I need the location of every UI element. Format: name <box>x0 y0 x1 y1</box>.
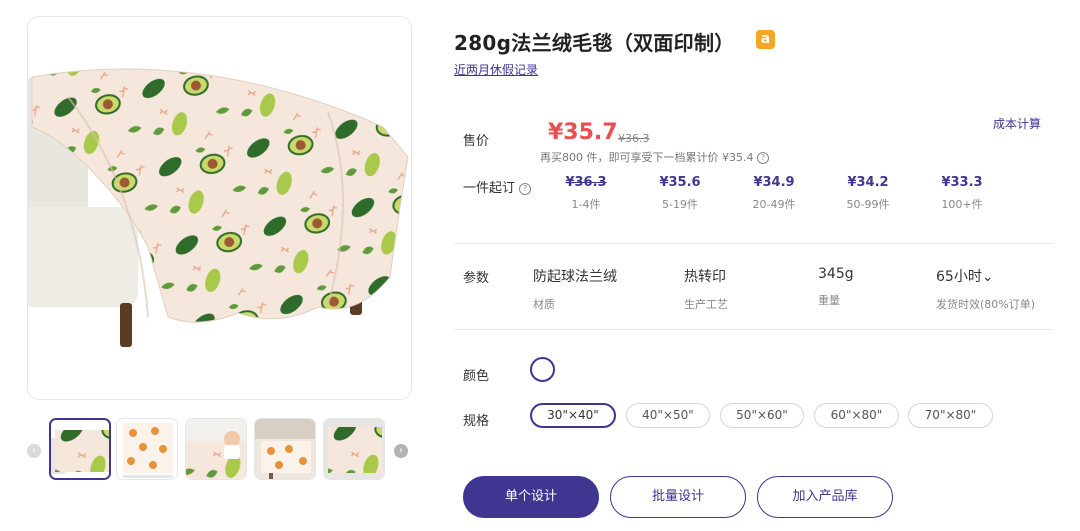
help-icon[interactable]: ? <box>756 152 769 164</box>
amazon-icon: a <box>756 30 775 49</box>
price-tier-1: ¥36.3 1-4件 <box>546 175 626 212</box>
size-option-50x60[interactable]: 50"×60" <box>720 403 804 428</box>
price-label: 售价 <box>463 134 490 149</box>
thumbnail-image <box>51 420 109 478</box>
params-label: 参数 <box>463 271 490 286</box>
param-label: 发货时效(80%订单) <box>936 298 1036 311</box>
thumbnail-4[interactable] <box>254 418 316 480</box>
chevron-right-icon[interactable]: › <box>394 444 408 458</box>
param-label: 材质 <box>533 298 555 311</box>
color-label: 颜色 <box>463 369 490 384</box>
tier-quantity: 100+件 <box>941 198 983 211</box>
param-process: 热转印 生产工艺 <box>684 266 728 312</box>
param-weight: 345g 重量 <box>818 266 854 308</box>
tier-discount-note: 再买800 件，即可享受下一档累计价 ¥35.4 ? <box>540 149 769 165</box>
moq-label: 一件起订 ? <box>463 177 532 196</box>
thumbnail-1[interactable] <box>49 418 111 480</box>
main-product-image[interactable] <box>27 16 412 400</box>
tier-price: ¥36.3 <box>565 175 607 190</box>
tier-price: ¥33.3 <box>941 175 983 190</box>
thumbnail-strip: ‹ › <box>27 418 412 480</box>
thumbnail-image <box>117 419 177 479</box>
single-design-button[interactable]: 单个设计 <box>463 476 599 518</box>
size-option-30x40[interactable]: 30"×40" <box>530 403 616 428</box>
sofa-leg <box>120 303 132 347</box>
cost-calculation-link[interactable]: 成本计算 <box>993 115 1041 132</box>
thumbnail-3[interactable] <box>185 418 247 480</box>
param-material: 防起球法兰绒 材质 <box>533 266 617 312</box>
size-label: 规格 <box>463 414 490 429</box>
price-tier-2: ¥35.6 5-19件 <box>640 175 720 212</box>
add-to-library-button[interactable]: 加入产品库 <box>757 476 893 518</box>
tier-quantity: 20-49件 <box>752 198 796 211</box>
param-label: 重量 <box>818 294 840 307</box>
tier-quantity: 50-99件 <box>846 198 890 211</box>
batch-design-button[interactable]: 批量设计 <box>610 476 746 518</box>
original-price: ¥36.3 <box>618 132 650 145</box>
param-value[interactable]: 65小时⌄ <box>936 266 1035 286</box>
size-option-70x80[interactable]: 70"×80" <box>908 403 993 428</box>
price-tier-3: ¥34.9 20-49件 <box>734 175 814 212</box>
help-icon[interactable]: ? <box>519 183 532 195</box>
tier-quantity: 1-4件 <box>571 198 601 211</box>
holiday-record-link[interactable]: 近两月休假记录 <box>454 61 538 78</box>
moq-label-text: 一件起订 <box>463 181 516 196</box>
param-label: 生产工艺 <box>684 298 728 311</box>
param-value: 热转印 <box>684 269 726 285</box>
tier-note-text: 再买800 件，即可享受下一档累计价 ¥35.4 <box>540 151 754 164</box>
chevron-left-icon[interactable]: ‹ <box>27 444 41 458</box>
size-option-40x50[interactable]: 40"×50" <box>626 403 710 428</box>
tier-price: ¥34.2 <box>847 175 889 190</box>
current-price: ¥35.7 <box>548 120 618 145</box>
blanket-on-sofa-illustration <box>28 17 411 399</box>
thumbnail-image <box>255 419 315 479</box>
size-option-60x80[interactable]: 60"×80" <box>814 403 899 428</box>
section-divider <box>454 243 1054 244</box>
tier-price: ¥34.9 <box>753 175 795 190</box>
thumbnail-2[interactable] <box>116 418 178 480</box>
color-swatch-white[interactable] <box>530 357 555 382</box>
param-value: 345g <box>818 266 854 282</box>
param-value: 防起球法兰绒 <box>533 269 617 285</box>
thumbnail-5[interactable] <box>323 418 385 480</box>
thumbnail-image <box>324 419 384 479</box>
price-tier-5: ¥33.3 100+件 <box>922 175 1002 212</box>
param-shipping-time[interactable]: 65小时⌄ 发货时效(80%订单) <box>936 266 1035 312</box>
price-tier-4: ¥34.2 50-99件 <box>828 175 908 212</box>
sofa-seat <box>28 207 138 307</box>
tier-quantity: 5-19件 <box>662 198 698 211</box>
tier-price: ¥35.6 <box>659 175 701 190</box>
section-divider <box>454 329 1054 330</box>
thumbnail-image <box>186 419 246 479</box>
product-title: 280g法兰绒毛毯（双面印制） <box>454 31 735 55</box>
